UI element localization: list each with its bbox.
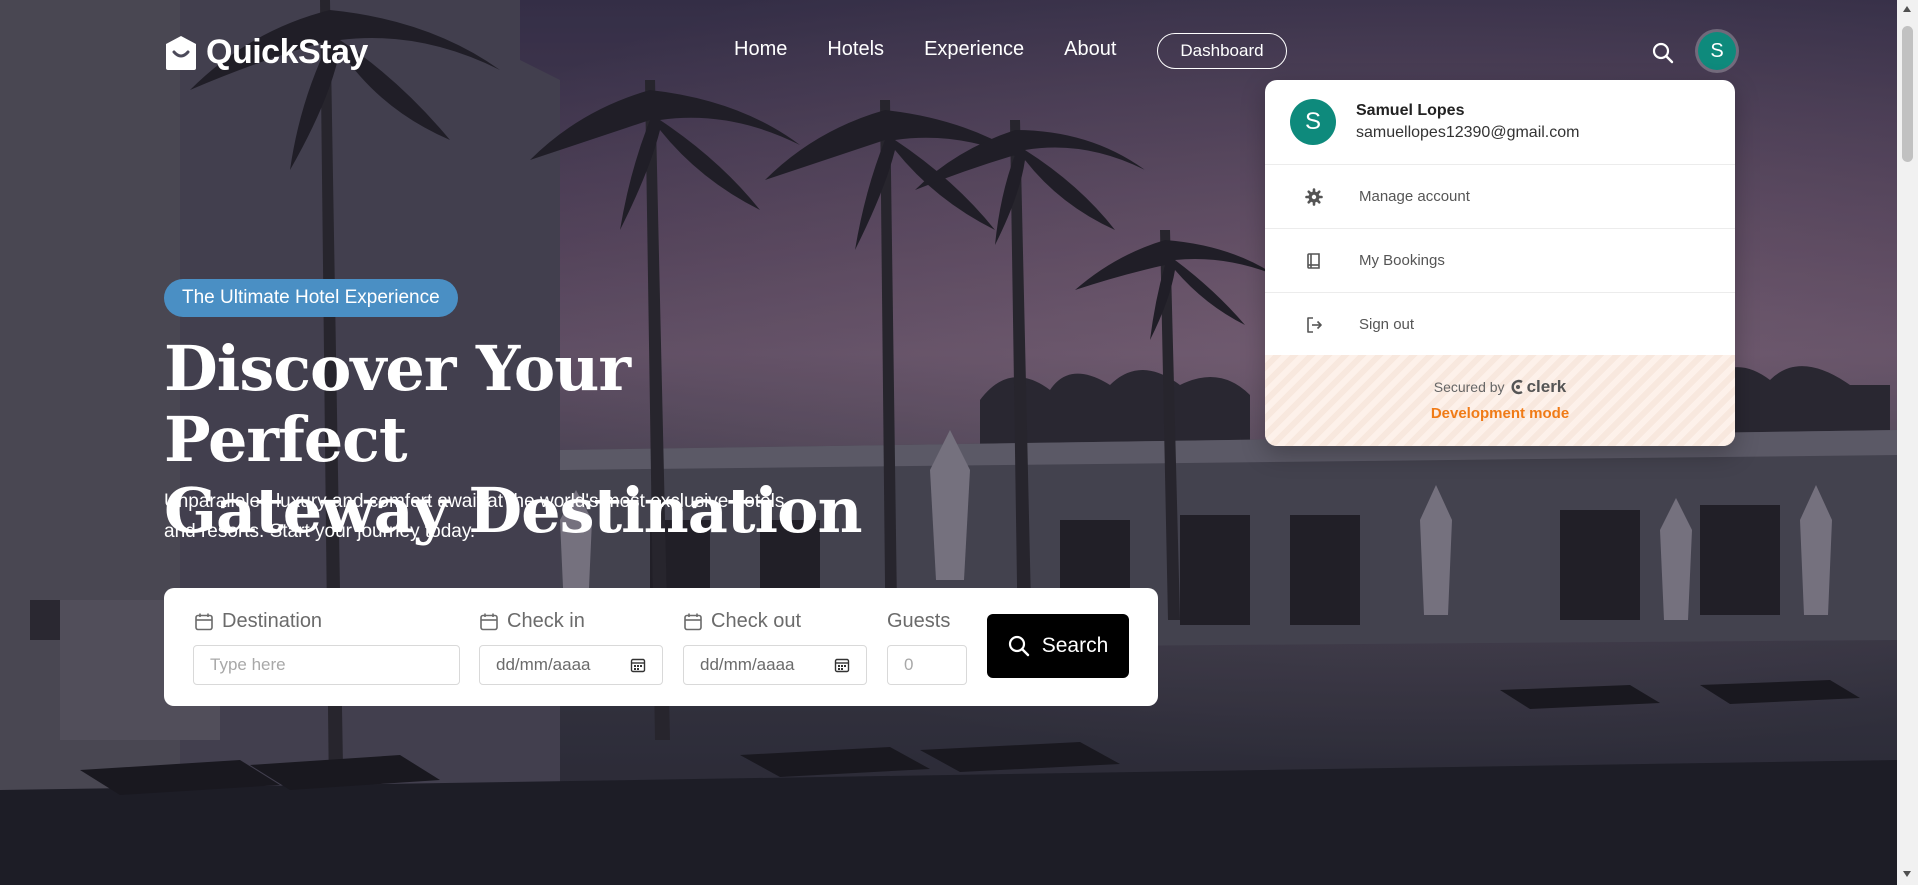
- checkout-label-text: Check out: [711, 610, 802, 632]
- menu-item-manage-account[interactable]: Manage account: [1265, 165, 1735, 229]
- user-menu-footer: Secured by clerk Development mode: [1265, 355, 1735, 446]
- clerk-logo-text: clerk: [1526, 377, 1567, 396]
- nav-link-about[interactable]: About: [1064, 38, 1116, 61]
- nav-link-hotels[interactable]: Hotels: [827, 38, 884, 61]
- nav-link-experience[interactable]: Experience: [924, 38, 1024, 61]
- hero-badge: The Ultimate Hotel Experience: [164, 279, 458, 317]
- headline-line-1: Discover Your Perfect: [164, 332, 631, 476]
- calendar-icon: [684, 613, 702, 630]
- dashboard-button[interactable]: Dashboard: [1157, 33, 1287, 69]
- book-icon: [1307, 252, 1320, 269]
- checkin-date-input[interactable]: dd/mm/aaaa: [479, 645, 663, 685]
- menu-item-my-bookings[interactable]: My Bookings: [1265, 229, 1735, 293]
- secured-by-note: Secured by clerk: [1265, 377, 1735, 397]
- clerk-logo-icon: [1511, 379, 1523, 395]
- search-button[interactable]: Search: [987, 614, 1129, 678]
- main-nav: Home Hotels Experience About: [734, 38, 1156, 61]
- menu-item-label: Manage account: [1359, 188, 1470, 205]
- calendar-icon: [480, 613, 498, 630]
- page-scrollbar[interactable]: [1897, 0, 1918, 885]
- checkout-date-value: dd/mm/aaaa: [700, 655, 795, 674]
- menu-item-label: Sign out: [1359, 316, 1415, 333]
- search-button-label: Search: [1041, 634, 1109, 657]
- guests-input[interactable]: [904, 655, 950, 675]
- clerk-logo[interactable]: clerk: [1511, 377, 1567, 397]
- scroll-down-arrow-icon[interactable]: [1903, 871, 1911, 877]
- calendar-icon: [195, 613, 213, 630]
- destination-field[interactable]: [193, 645, 460, 685]
- nav-link-home[interactable]: Home: [734, 38, 787, 61]
- guests-label: Guests: [887, 610, 950, 633]
- destination-label-text: Destination: [222, 610, 323, 632]
- gear-icon: [1305, 187, 1323, 206]
- sign-out-icon: [1307, 316, 1322, 333]
- destination-input[interactable]: [210, 655, 443, 675]
- checkin-label-text: Check in: [507, 610, 585, 632]
- secured-by-text: Secured by: [1433, 379, 1505, 395]
- user-avatar-button[interactable]: S: [1698, 32, 1736, 70]
- user-name: Samuel Lopes: [1356, 102, 1465, 119]
- brand-logo-icon: [166, 35, 196, 70]
- date-picker-icon[interactable]: [834, 657, 850, 673]
- search-form: Destination Check in dd/mm/aaaa Check ou…: [164, 588, 1158, 706]
- scroll-up-arrow-icon[interactable]: [1903, 6, 1911, 12]
- search-icon[interactable]: [1652, 42, 1674, 64]
- hero-subtext: Unparalleled luxury and comfort await at…: [164, 491, 785, 542]
- development-mode-label: Development mode: [1430, 405, 1570, 422]
- checkout-date-input[interactable]: dd/mm/aaaa: [683, 645, 867, 685]
- user-menu-popover: S Samuel Lopes samuellopes12390@gmail.co…: [1265, 80, 1735, 446]
- menu-item-sign-out[interactable]: Sign out: [1265, 293, 1735, 357]
- user-menu-header: S Samuel Lopes samuellopes12390@gmail.co…: [1265, 80, 1735, 165]
- guests-field[interactable]: [887, 645, 967, 685]
- brand-name: QuickStay: [206, 33, 368, 71]
- avatar: S: [1290, 99, 1336, 145]
- user-email: samuellopes12390@gmail.com: [1356, 124, 1580, 141]
- date-picker-icon[interactable]: [630, 657, 646, 673]
- search-icon: [1008, 635, 1029, 657]
- scroll-thumb[interactable]: [1902, 26, 1913, 162]
- brand-logo[interactable]: QuickStay: [164, 33, 368, 72]
- checkin-date-value: dd/mm/aaaa: [496, 655, 591, 674]
- checkin-label: Check in: [479, 610, 585, 633]
- destination-label: Destination: [194, 610, 322, 633]
- menu-item-label: My Bookings: [1359, 252, 1445, 269]
- guests-label-text: Guests: [887, 610, 951, 632]
- checkout-label: Check out: [683, 610, 801, 633]
